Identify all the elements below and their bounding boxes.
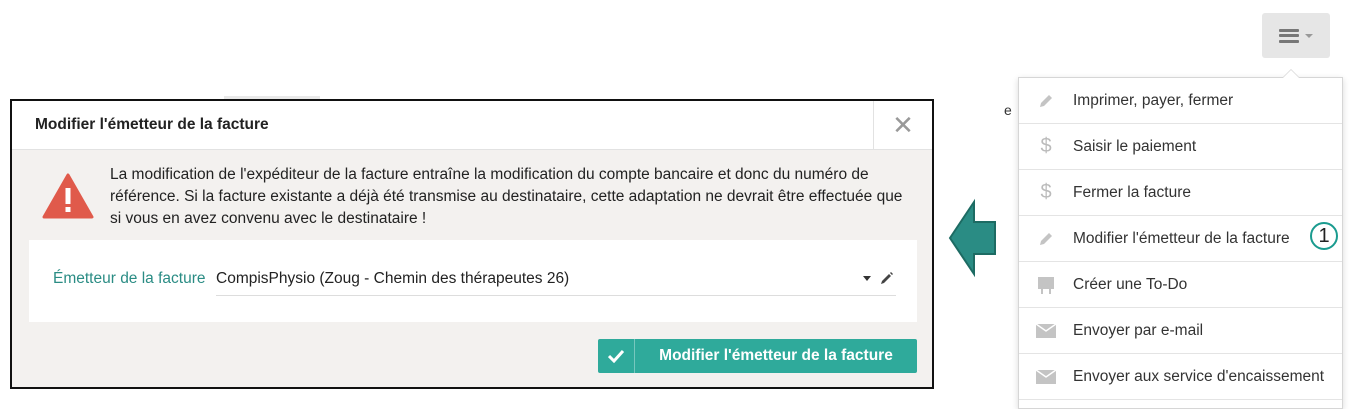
actions-dropdown: Imprimer, payer, fermer $ Saisir le paie… <box>1018 69 1343 409</box>
issuer-field-box: Émetteur de la facture CompisPhysio (Zou… <box>29 240 917 322</box>
modal-title: Modifier l'émetteur de la facture <box>35 116 269 133</box>
caret-down-icon <box>1305 33 1313 38</box>
menu-item-close-invoice[interactable]: $ Fermer la facture <box>1019 170 1342 216</box>
menu-item-enter-payment[interactable]: $ Saisir le paiement <box>1019 124 1342 170</box>
warning-icon <box>42 173 94 219</box>
envelope-icon <box>1019 323 1073 338</box>
menu-item-send-email[interactable]: Envoyer par e-mail <box>1019 308 1342 354</box>
check-icon <box>598 339 635 373</box>
select-underline <box>216 295 896 296</box>
warning-section: La modification de l'expéditeur de la fa… <box>12 150 932 240</box>
step-badge: 1 <box>1310 222 1338 250</box>
pencil-icon <box>1019 92 1073 110</box>
issuer-label: Émetteur de la facture <box>53 270 206 287</box>
dollar-icon: $ <box>1040 181 1052 203</box>
menu-item-label: Envoyer par e-mail <box>1073 321 1204 339</box>
background-text-fragment: e <box>1004 102 1012 118</box>
envelope-icon <box>1019 369 1073 384</box>
menu-item-print-pay-close[interactable]: Imprimer, payer, fermer <box>1019 78 1342 124</box>
menu-item-label: Fermer la facture <box>1073 183 1192 201</box>
menu-item-send-collection[interactable]: Envoyer aux service d'encaissement <box>1019 354 1342 400</box>
warning-text: La modification de l'expéditeur de la fa… <box>110 166 903 227</box>
modal-header: Modifier l'émetteur de la facture ✕ <box>12 101 932 150</box>
menu-item-label: Envoyer aux service d'encaissement <box>1073 367 1325 385</box>
easel-icon <box>1019 275 1073 295</box>
pencil-icon <box>1019 230 1073 248</box>
menu-item-label: Modifier l'émetteur de la facture <box>1073 229 1290 247</box>
hamburger-icon <box>1279 28 1299 43</box>
menu-item-label: Saisir le paiement <box>1073 137 1197 155</box>
issuer-select[interactable]: CompisPhysio (Zoug - Chemin des thérapeu… <box>216 270 569 288</box>
menu-item-label: Imprimer, payer, fermer <box>1073 91 1234 109</box>
dollar-icon: $ <box>1040 135 1052 157</box>
menu-item-label: Créer une To-Do <box>1073 275 1188 293</box>
close-icon[interactable]: ✕ <box>873 101 932 149</box>
menu-item-create-todo[interactable]: Créer une To-Do <box>1019 262 1342 308</box>
left-arrow-icon <box>948 198 996 278</box>
submit-label: Modifier l'émetteur de la facture <box>659 347 893 364</box>
menu-button[interactable] <box>1262 13 1330 58</box>
pencil-icon[interactable] <box>880 271 894 285</box>
change-issuer-modal: Modifier l'émetteur de la facture ✕ La m… <box>10 99 934 389</box>
caret-down-icon[interactable] <box>863 276 871 281</box>
menu-item-change-issuer[interactable]: Modifier l'émetteur de la facture 1 <box>1019 216 1342 262</box>
submit-button[interactable]: Modifier l'émetteur de la facture <box>598 339 917 373</box>
